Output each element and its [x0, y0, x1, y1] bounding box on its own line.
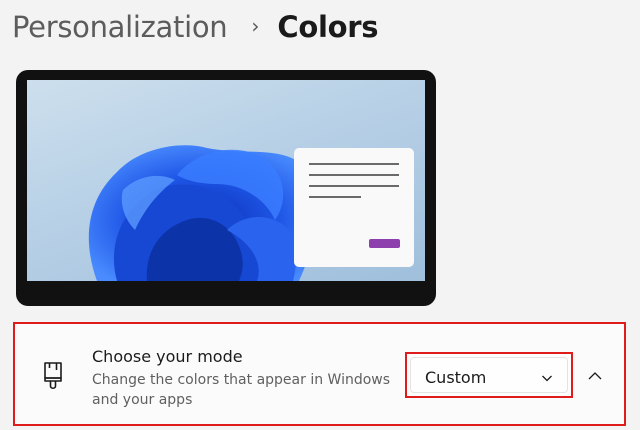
- chevron-up-icon: [588, 372, 602, 380]
- mode-dropdown-box[interactable]: Custom: [410, 357, 568, 393]
- preview-desktop: [27, 80, 425, 281]
- collapse-button[interactable]: [580, 362, 610, 390]
- breadcrumb-separator-icon: ›: [251, 14, 260, 38]
- breadcrumb: Personalization › Colors: [12, 6, 379, 48]
- choose-mode-card: Choose your mode Change the colors that …: [13, 322, 626, 426]
- paint-brush-icon: [44, 362, 62, 390]
- chevron-down-icon: [542, 375, 552, 382]
- preview-app-window: [294, 148, 414, 267]
- page-title: Colors: [277, 10, 379, 44]
- breadcrumb-parent-personalization[interactable]: Personalization: [12, 10, 228, 44]
- mode-title: Choose your mode: [92, 347, 243, 366]
- preview-accent-button: [369, 239, 400, 248]
- mode-dropdown-value: Custom: [425, 368, 487, 387]
- mode-description: Change the colors that appear in Windows…: [92, 372, 391, 408]
- mode-dropdown[interactable]: Custom: [405, 352, 573, 398]
- theme-preview: [16, 70, 436, 306]
